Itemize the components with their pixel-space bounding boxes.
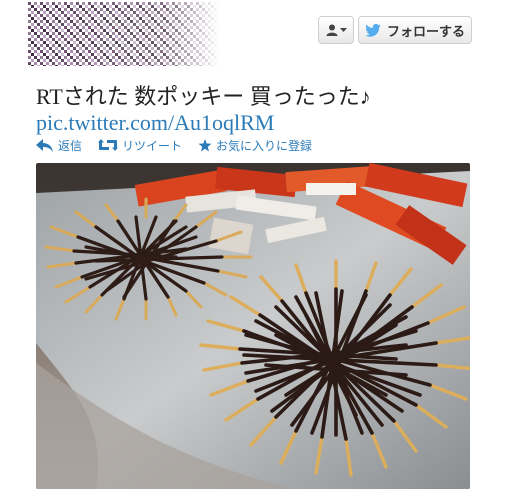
- retweet-action[interactable]: リツイート: [98, 137, 182, 154]
- tweet-photo[interactable]: [36, 163, 470, 489]
- tweet-text: RTされた 数ポッキー 買ったった♪: [36, 84, 371, 109]
- retweet-label: リツイート: [122, 138, 183, 153]
- star-icon: [198, 138, 212, 151]
- caret-down-icon: [339, 27, 347, 32]
- retweet-icon: [98, 139, 119, 151]
- tweet-actions: 返信 リツイート お気に入りに登録: [36, 136, 328, 154]
- reply-label: 返信: [58, 138, 83, 153]
- twitter-bird-icon: [365, 23, 381, 37]
- follow-button[interactable]: フォローする: [358, 16, 472, 44]
- tweet-media-link[interactable]: pic.twitter.com/Au1oqlRM: [36, 110, 274, 136]
- follow-button-label: フォローする: [386, 23, 465, 39]
- user-actions-button[interactable]: [318, 16, 354, 44]
- favorite-label: お気に入りに登録: [216, 138, 313, 153]
- user-icon: [326, 24, 337, 36]
- blurred-profile-header: [28, 2, 220, 66]
- reply-action[interactable]: 返信: [36, 137, 82, 154]
- reply-icon: [36, 138, 53, 152]
- favorite-action[interactable]: お気に入りに登録: [198, 137, 312, 154]
